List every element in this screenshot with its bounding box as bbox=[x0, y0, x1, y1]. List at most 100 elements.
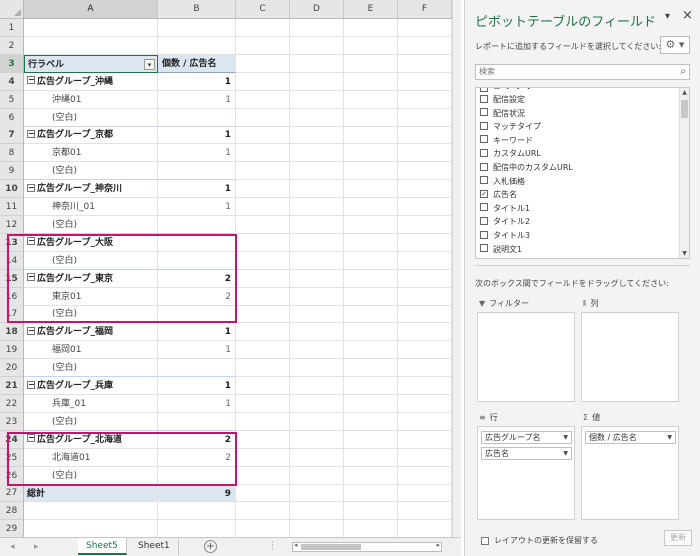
row-number[interactable]: 14 bbox=[0, 251, 24, 270]
row-number[interactable]: 11 bbox=[0, 198, 24, 216]
cell[interactable] bbox=[398, 144, 452, 163]
defer-layout-checkbox[interactable] bbox=[481, 537, 489, 545]
cell[interactable]: − 広告グループ_兵庫 bbox=[24, 377, 158, 395]
cell[interactable] bbox=[236, 251, 290, 270]
field-item[interactable]: タイトル2 bbox=[480, 215, 530, 228]
cell[interactable] bbox=[236, 341, 290, 360]
row-number[interactable]: 7 bbox=[0, 126, 24, 145]
cell[interactable] bbox=[236, 144, 290, 163]
cell[interactable] bbox=[290, 36, 344, 55]
cell[interactable]: 東京01 bbox=[24, 287, 158, 306]
cell[interactable] bbox=[398, 108, 452, 127]
cell[interactable] bbox=[344, 377, 398, 395]
cell[interactable] bbox=[236, 72, 290, 91]
cell[interactable] bbox=[290, 502, 344, 521]
add-sheet-icon[interactable]: + bbox=[204, 540, 217, 553]
field-item[interactable]: 入札価格 bbox=[480, 175, 525, 188]
filter-dropdown-icon[interactable]: ▾ bbox=[144, 58, 155, 70]
tab-prev-icon[interactable]: ◂ bbox=[10, 542, 15, 552]
cell[interactable] bbox=[158, 502, 236, 521]
collapse-icon[interactable]: − bbox=[27, 380, 35, 389]
row-number[interactable]: 5 bbox=[0, 90, 24, 109]
select-all-corner[interactable] bbox=[0, 0, 24, 19]
cell[interactable] bbox=[290, 359, 344, 378]
cell[interactable] bbox=[344, 126, 398, 145]
cell[interactable] bbox=[158, 359, 236, 378]
cell[interactable]: 1 bbox=[158, 377, 236, 395]
cell[interactable] bbox=[344, 251, 398, 270]
cell[interactable] bbox=[290, 305, 344, 324]
row-number[interactable]: 21 bbox=[0, 377, 24, 395]
column-header-a[interactable]: A bbox=[24, 0, 158, 19]
checkbox-icon[interactable] bbox=[480, 244, 488, 253]
field-item[interactable]: タイトル3 bbox=[480, 229, 530, 242]
cell[interactable]: (空白) bbox=[24, 162, 158, 181]
checkbox-icon[interactable] bbox=[480, 230, 488, 239]
row-number[interactable]: 1 bbox=[0, 19, 24, 37]
cell[interactable] bbox=[398, 466, 452, 485]
cell[interactable] bbox=[290, 72, 344, 91]
checkbox-icon[interactable] bbox=[480, 162, 488, 171]
cell[interactable] bbox=[236, 108, 290, 127]
cell[interactable] bbox=[290, 341, 344, 360]
cell[interactable] bbox=[236, 198, 290, 216]
cell[interactable] bbox=[236, 394, 290, 413]
cell[interactable] bbox=[158, 215, 236, 234]
cell[interactable]: 1 bbox=[158, 323, 236, 342]
cell[interactable]: 総計 bbox=[24, 484, 158, 503]
cell[interactable]: (空白) bbox=[24, 359, 158, 378]
cell[interactable] bbox=[24, 502, 158, 521]
field-item[interactable]: 配信中のカスタムURL bbox=[480, 161, 573, 174]
cell[interactable] bbox=[236, 430, 290, 449]
cell[interactable] bbox=[290, 377, 344, 395]
row-number[interactable]: 4 bbox=[0, 72, 24, 91]
cell[interactable] bbox=[398, 233, 452, 252]
cell[interactable] bbox=[344, 144, 398, 163]
cell[interactable] bbox=[290, 484, 344, 503]
chevron-down-icon[interactable]: ▼ bbox=[563, 432, 568, 443]
cell[interactable] bbox=[344, 233, 398, 252]
cell[interactable]: 9 bbox=[158, 484, 236, 503]
cell[interactable]: 2 bbox=[158, 287, 236, 306]
field-list[interactable]: － ・ ・ ・ 配信設定 配信状況 マッチタイプ キーワード カスタムURL 配信中のカス… bbox=[475, 87, 690, 259]
cell[interactable] bbox=[398, 448, 452, 467]
sheet-vertical-scrollbar[interactable] bbox=[452, 0, 461, 540]
scroll-up-icon[interactable]: ▲ bbox=[681, 89, 688, 96]
collapse-icon[interactable]: − bbox=[27, 237, 35, 246]
cell[interactable] bbox=[290, 269, 344, 288]
scroll-right-icon[interactable]: ▸ bbox=[436, 541, 440, 549]
cell[interactable] bbox=[236, 502, 290, 521]
cell[interactable]: (空白) bbox=[24, 215, 158, 234]
cell[interactable]: 福岡01 bbox=[24, 341, 158, 360]
cell[interactable] bbox=[398, 90, 452, 109]
cell[interactable] bbox=[398, 215, 452, 234]
row-number[interactable]: 23 bbox=[0, 412, 24, 431]
cell[interactable] bbox=[398, 412, 452, 431]
rows-area[interactable]: 広告グループ名 ▼ 広告名 ▼ bbox=[477, 426, 575, 520]
columns-area[interactable] bbox=[581, 312, 679, 402]
cell[interactable]: 1 bbox=[158, 180, 236, 199]
cell[interactable] bbox=[398, 251, 452, 270]
row-number[interactable]: 24 bbox=[0, 430, 24, 449]
close-icon[interactable]: × bbox=[682, 8, 693, 23]
cell[interactable] bbox=[398, 430, 452, 449]
column-header-b[interactable]: B bbox=[158, 0, 236, 19]
cell[interactable]: 2 bbox=[158, 430, 236, 449]
column-header-d[interactable]: D bbox=[290, 0, 344, 19]
cell[interactable] bbox=[236, 448, 290, 467]
cell[interactable]: 沖縄01 bbox=[24, 90, 158, 109]
row-number[interactable]: 15 bbox=[0, 269, 24, 288]
field-item[interactable]: 説明文1 bbox=[480, 243, 522, 256]
cell[interactable] bbox=[236, 54, 290, 73]
cell[interactable] bbox=[398, 341, 452, 360]
rows-pill-ad-name[interactable]: 広告名 ▼ bbox=[481, 447, 572, 460]
cell[interactable] bbox=[236, 484, 290, 503]
cell[interactable]: 個数 / 広告名 bbox=[158, 54, 236, 73]
column-header-f[interactable]: F bbox=[398, 0, 452, 19]
cell[interactable] bbox=[398, 502, 452, 521]
cell[interactable] bbox=[290, 108, 344, 127]
cell[interactable] bbox=[290, 215, 344, 234]
row-number[interactable]: 20 bbox=[0, 359, 24, 378]
collapse-icon[interactable]: − bbox=[27, 129, 35, 138]
cell[interactable]: (空白) bbox=[24, 466, 158, 485]
